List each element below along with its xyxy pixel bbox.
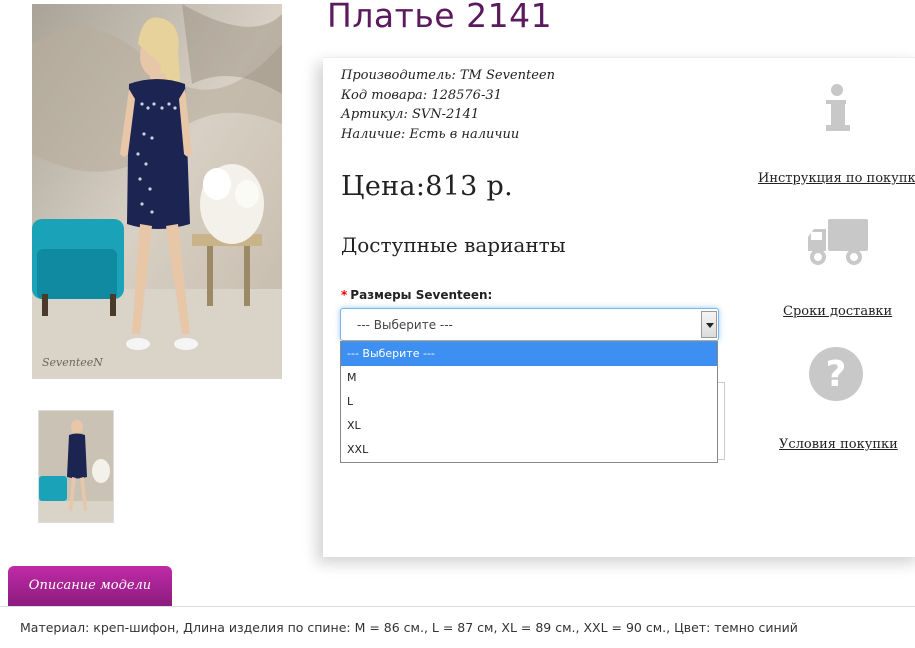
meta-manufacturer: Производитель: TM Seventeen bbox=[341, 66, 555, 86]
purchase-instruction-link[interactable]: Инструкция по покупке bbox=[758, 171, 915, 186]
meta-value: TM Seventeen bbox=[459, 68, 555, 83]
size-option-xxl[interactable]: XXL bbox=[341, 438, 717, 462]
size-option-xl[interactable]: XL bbox=[341, 414, 717, 438]
required-mark: * bbox=[341, 288, 348, 302]
meta-value: Есть в наличии bbox=[409, 126, 520, 142]
svg-text:?: ? bbox=[826, 354, 847, 395]
size-label-text: Размеры Seventeen: bbox=[350, 288, 493, 302]
size-option-m[interactable]: M bbox=[341, 366, 717, 390]
purchase-terms-link[interactable]: Условия покупки bbox=[779, 437, 898, 452]
tab-description[interactable]: Описание модели bbox=[8, 566, 172, 607]
delivery-truck-icon[interactable] bbox=[806, 217, 868, 271]
meta-product-code: Код товара: 128576-31 bbox=[341, 86, 555, 106]
photo-watermark: SeventeeN bbox=[42, 356, 103, 369]
size-select-label: * Размеры Seventeen: bbox=[341, 288, 492, 302]
product-title: Платье 2141 bbox=[327, 0, 553, 35]
product-price: Цена:813 р. bbox=[341, 171, 513, 202]
meta-availability: Наличие: Есть в наличии bbox=[341, 125, 555, 145]
meta-label: Производитель: bbox=[341, 68, 456, 83]
product-page: SeventeeN Платье 2141 Производитель: TM … bbox=[0, 0, 915, 648]
meta-label: Артикул: bbox=[341, 107, 408, 122]
variants-heading: Доступные варианты bbox=[341, 233, 566, 257]
product-main-photo[interactable]: SeventeeN bbox=[32, 4, 282, 379]
meta-label: Наличие: bbox=[341, 126, 406, 142]
size-select[interactable]: --- Выберите --- bbox=[340, 308, 719, 341]
product-description: Материал: креп-шифон, Длина изделия по с… bbox=[20, 620, 798, 635]
product-thumbnail[interactable] bbox=[38, 410, 114, 523]
size-dropdown-list: --- Выберите --- M L XL XXL bbox=[340, 341, 718, 463]
size-option-placeholder[interactable]: --- Выберите --- bbox=[341, 342, 717, 366]
size-option-l[interactable]: L bbox=[341, 390, 717, 414]
meta-value: 128576-31 bbox=[431, 87, 502, 103]
size-select-value: --- Выберите --- bbox=[357, 318, 453, 332]
question-icon[interactable]: ? bbox=[808, 346, 864, 406]
meta-sku: Артикул: SVN-2141 bbox=[341, 105, 555, 125]
tab-divider bbox=[0, 606, 915, 607]
info-icon[interactable] bbox=[822, 82, 852, 138]
delivery-terms-link[interactable]: Сроки доставки bbox=[783, 304, 892, 319]
product-meta: Производитель: TM Seventeen Код товара: … bbox=[341, 66, 555, 144]
chevron-down-icon[interactable] bbox=[701, 311, 717, 338]
meta-label: Код товара: bbox=[341, 87, 428, 103]
meta-value: SVN-2141 bbox=[411, 107, 480, 122]
